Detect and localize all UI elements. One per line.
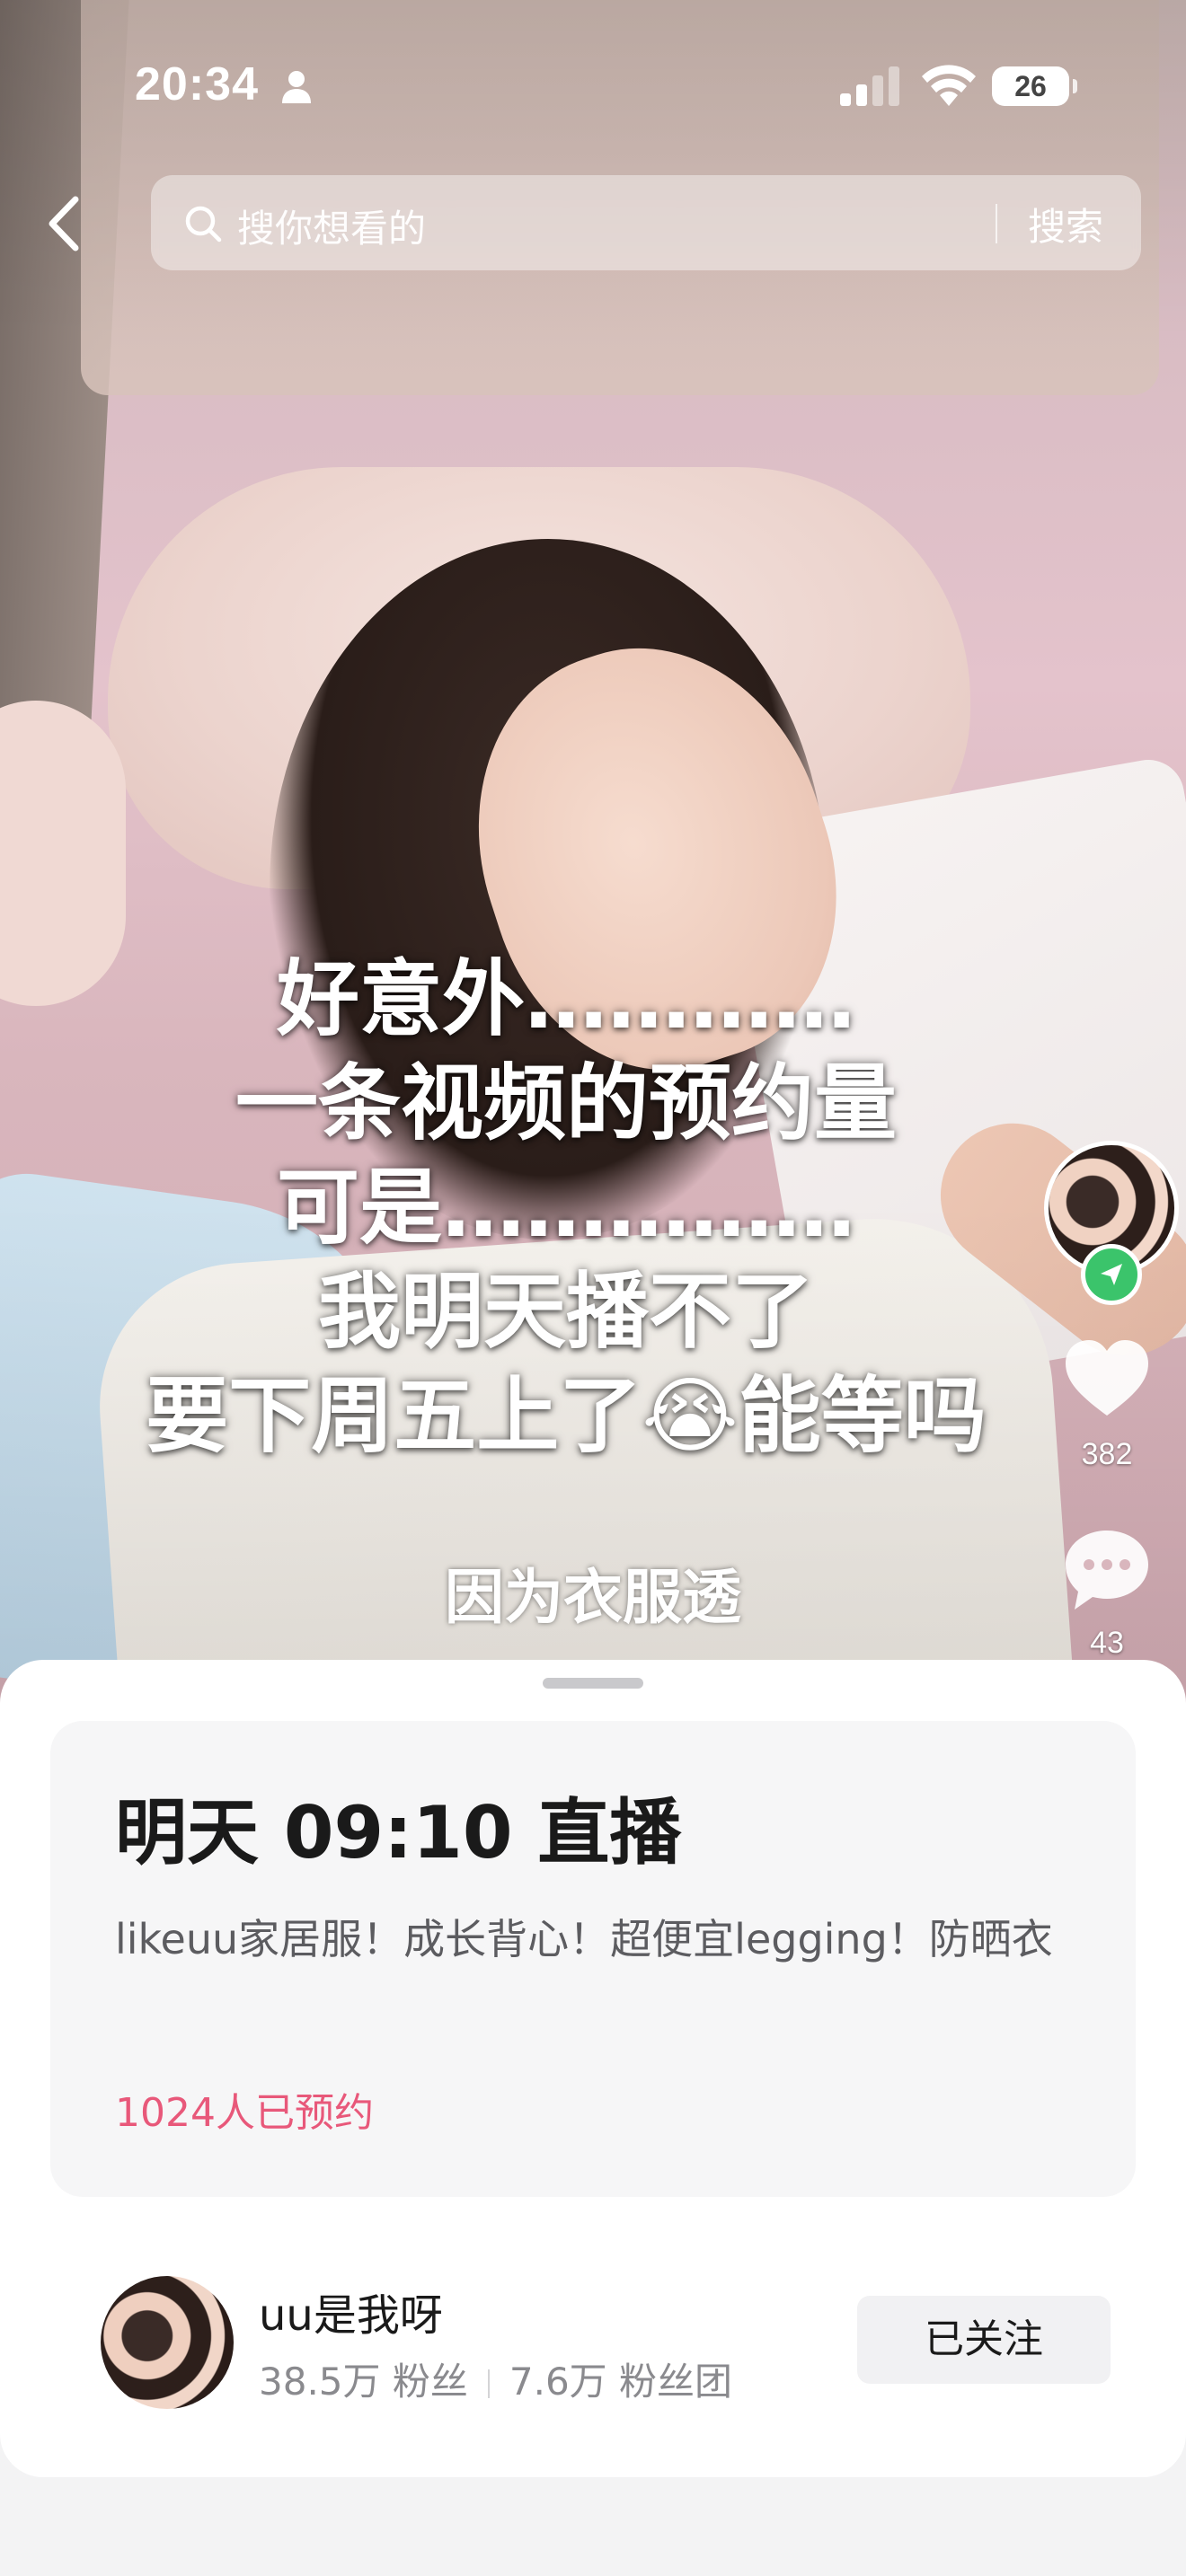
live-schedule-card: 明天 09:10 直播 likeuu家居服！成长背心！超便宜legging！防晒… xyxy=(50,1721,1136,2197)
like-count: 382 xyxy=(1081,1437,1133,1471)
caption-line: 可是…………… xyxy=(277,1160,855,1256)
stats-divider xyxy=(487,2369,490,2398)
live-reservation-sheet: 明天 09:10 直播 likeuu家居服！成长背心！超便宜legging！防晒… xyxy=(0,1660,1186,2477)
share-badge-icon[interactable] xyxy=(1081,1244,1142,1305)
live-description: likeuu家居服！成长背心！超便宜legging！防晒衣 xyxy=(115,1915,1053,1963)
caption-line: 要下周五上了😭能等吗 xyxy=(146,1368,987,1464)
live-time-title: 明天 09:10 直播 xyxy=(115,1791,682,1875)
search-button[interactable]: 搜索 xyxy=(1028,197,1103,251)
fan-club-count: 7.6万 粉丝团 xyxy=(509,2360,733,2404)
comment-icon[interactable] xyxy=(1062,1527,1152,1613)
avatar[interactable] xyxy=(101,2276,234,2409)
search-divider xyxy=(996,204,997,243)
video-caption: 好意外………… 一条视频的预约量 可是…………… 我明天播不了 要下周五上了😭能… xyxy=(0,948,1132,1469)
comment-count: 43 xyxy=(1090,1626,1124,1660)
search-icon xyxy=(185,206,222,243)
caption-line: 好意外………… xyxy=(276,951,855,1047)
caption-line: 一条视频的预约量 xyxy=(235,1055,897,1151)
sheet-drag-handle[interactable] xyxy=(543,1678,643,1689)
chevron-left-icon[interactable] xyxy=(40,192,93,255)
status-time: 20:34 xyxy=(135,58,259,110)
send-icon xyxy=(1101,1264,1122,1285)
creator-stats: 38.5万 粉丝 7.6万 粉丝团 xyxy=(259,2351,732,2406)
person-icon xyxy=(282,71,311,103)
follower-count: 38.5万 粉丝 xyxy=(259,2360,468,2404)
search-input[interactable]: 搜你想看的 xyxy=(237,198,426,253)
heart-icon[interactable] xyxy=(1062,1337,1152,1419)
wifi-icon xyxy=(922,65,976,106)
following-button[interactable]: 已关注 xyxy=(857,2296,1111,2384)
creator-name[interactable]: uu是我呀 xyxy=(259,2280,443,2342)
video-subtitle: 因为衣服透 xyxy=(445,1562,741,1632)
battery-icon: 26 xyxy=(992,66,1077,106)
status-bar: 20:34 26 xyxy=(0,0,1186,171)
caption-line: 我明天播不了 xyxy=(317,1264,814,1360)
search-bar[interactable]: 搜你想看的 搜索 xyxy=(151,175,1141,270)
reservation-count: 1024人已预约 xyxy=(115,2090,374,2136)
signal-icon xyxy=(840,66,899,106)
